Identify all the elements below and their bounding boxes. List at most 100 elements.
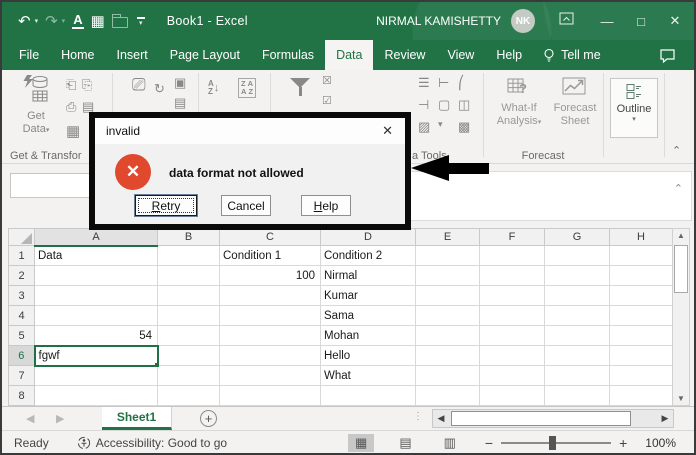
ribbon-display-options-icon[interactable] bbox=[559, 12, 574, 30]
cell-E7[interactable] bbox=[415, 365, 480, 386]
cell-A2[interactable] bbox=[34, 265, 158, 286]
cell-G5[interactable] bbox=[544, 325, 610, 346]
avatar[interactable]: NK bbox=[511, 9, 535, 33]
forecast-sheet-button[interactable]: Forecast Sheet bbox=[550, 76, 600, 128]
sort-ascending-icon[interactable]: A Z ↓ bbox=[208, 80, 219, 96]
cell-H2[interactable] bbox=[609, 265, 673, 286]
data-model-cube-icon[interactable]: ▩ bbox=[458, 120, 470, 133]
data-tools-dropdown-icon[interactable]: ▾ bbox=[438, 120, 443, 129]
cell-C4[interactable] bbox=[219, 305, 321, 326]
column-header-G[interactable]: G bbox=[544, 228, 610, 246]
cell-G2[interactable] bbox=[544, 265, 610, 286]
cell-G1[interactable] bbox=[544, 245, 610, 266]
underline-icon[interactable]: A bbox=[72, 13, 84, 29]
cell-E5[interactable] bbox=[415, 325, 480, 346]
row-header-1[interactable]: 1 bbox=[8, 245, 35, 266]
table-borders-icon[interactable]: ▦ bbox=[91, 14, 105, 29]
row-header-5[interactable]: 5 bbox=[8, 325, 35, 346]
cell-H1[interactable] bbox=[609, 245, 673, 266]
row-header-3[interactable]: 3 bbox=[8, 285, 35, 306]
tab-view[interactable]: View bbox=[436, 40, 485, 70]
cell-H8[interactable] bbox=[609, 385, 673, 406]
new-sheet-button[interactable]: + bbox=[200, 410, 217, 427]
undo-dropdown-icon[interactable]: ▾ bbox=[35, 17, 39, 25]
next-sheet-icon[interactable]: ▶ bbox=[56, 412, 64, 425]
row-header-4[interactable]: 4 bbox=[8, 305, 35, 326]
cell-C2[interactable]: 100 bbox=[219, 265, 321, 286]
cell-G3[interactable] bbox=[544, 285, 610, 306]
cell-A1[interactable]: Data bbox=[34, 245, 158, 266]
redo-dropdown-icon[interactable]: ▾ bbox=[62, 17, 66, 25]
select-all-button[interactable] bbox=[8, 228, 35, 246]
cell-C7[interactable] bbox=[219, 365, 321, 386]
column-header-B[interactable]: B bbox=[157, 228, 220, 246]
cell-C6[interactable] bbox=[219, 345, 321, 366]
cell-D1[interactable]: Condition 2 bbox=[320, 245, 416, 266]
undo-icon[interactable]: ↶ bbox=[18, 14, 31, 29]
scroll-down-icon[interactable]: ▼ bbox=[673, 394, 689, 403]
cell-F7[interactable] bbox=[479, 365, 545, 386]
tab-home[interactable]: Home bbox=[50, 40, 105, 70]
tab-page-layout[interactable]: Page Layout bbox=[159, 40, 251, 70]
cell-E2[interactable] bbox=[415, 265, 480, 286]
row-header-6[interactable]: 6 bbox=[8, 345, 36, 366]
text-to-columns-icon[interactable]: ☰ bbox=[418, 76, 430, 89]
reapply-filter-icon[interactable]: ☑ bbox=[322, 96, 332, 107]
cell-D2[interactable]: Nirmal bbox=[320, 265, 416, 286]
cell-G8[interactable] bbox=[544, 385, 610, 406]
cell-A4[interactable] bbox=[34, 305, 158, 326]
cell-B2[interactable] bbox=[157, 265, 220, 286]
vertical-scroll-thumb[interactable] bbox=[674, 245, 688, 293]
zoom-out-button[interactable]: − bbox=[477, 435, 501, 451]
cell-G4[interactable] bbox=[544, 305, 610, 326]
cell-C3[interactable] bbox=[219, 285, 321, 306]
cell-E4[interactable] bbox=[415, 305, 480, 326]
zoom-in-button[interactable]: + bbox=[611, 435, 635, 451]
clear-filter-icon[interactable]: ☒ bbox=[322, 76, 332, 87]
cell-H6[interactable] bbox=[609, 345, 673, 366]
column-header-F[interactable]: F bbox=[479, 228, 545, 246]
tab-help[interactable]: Help bbox=[485, 40, 533, 70]
cell-E8[interactable] bbox=[415, 385, 480, 406]
cell-B4[interactable] bbox=[157, 305, 220, 326]
refresh-icon[interactable]: ↻ bbox=[154, 82, 165, 95]
cell-B8[interactable] bbox=[157, 385, 220, 406]
cell-D5[interactable]: Mohan bbox=[320, 325, 416, 346]
cell-B6[interactable] bbox=[157, 345, 220, 366]
open-folder-icon[interactable] bbox=[111, 14, 128, 28]
scroll-left-icon[interactable]: ◀ bbox=[433, 410, 449, 427]
remove-duplicates-icon[interactable]: ⎛ bbox=[458, 76, 465, 89]
cell-D8[interactable] bbox=[320, 385, 416, 406]
cell-C5[interactable] bbox=[219, 325, 321, 346]
minimize-button[interactable]: — bbox=[590, 2, 624, 40]
cell-A3[interactable] bbox=[34, 285, 158, 306]
data-validation-icon[interactable]: ⊣ bbox=[418, 98, 429, 111]
cell-B3[interactable] bbox=[157, 285, 220, 306]
cell-F3[interactable] bbox=[479, 285, 545, 306]
cancel-button[interactable]: Cancel bbox=[221, 195, 271, 216]
cell-E3[interactable] bbox=[415, 285, 480, 306]
vertical-scrollbar[interactable]: ▲ ▼ bbox=[672, 228, 690, 406]
cell-F5[interactable] bbox=[479, 325, 545, 346]
row-header-8[interactable]: 8 bbox=[8, 385, 35, 406]
page-layout-view-button[interactable]: ▤ bbox=[392, 434, 418, 452]
help-button[interactable]: Help bbox=[301, 195, 351, 216]
sort-dialog-icon[interactable]: Z AA Z bbox=[238, 78, 257, 98]
from-range-icon[interactable]: ▦ bbox=[66, 124, 80, 139]
close-button[interactable]: ✕ bbox=[658, 2, 692, 40]
sheet-tab-sheet1[interactable]: Sheet1 bbox=[102, 407, 172, 430]
cell-H7[interactable] bbox=[609, 365, 673, 386]
cell-H3[interactable] bbox=[609, 285, 673, 306]
cell-H5[interactable] bbox=[609, 325, 673, 346]
cell-A8[interactable] bbox=[34, 385, 158, 406]
tab-review[interactable]: Review bbox=[373, 40, 436, 70]
cell-F4[interactable] bbox=[479, 305, 545, 326]
scroll-right-icon[interactable]: ▶ bbox=[657, 410, 673, 427]
cell-D7[interactable]: What bbox=[320, 365, 416, 386]
row-header-7[interactable]: 7 bbox=[8, 365, 35, 386]
cell-B7[interactable] bbox=[157, 365, 220, 386]
column-header-H[interactable]: H bbox=[609, 228, 673, 246]
scroll-up-icon[interactable]: ▲ bbox=[673, 231, 689, 240]
cell-D4[interactable]: Sama bbox=[320, 305, 416, 326]
cell-E6[interactable] bbox=[415, 345, 480, 366]
